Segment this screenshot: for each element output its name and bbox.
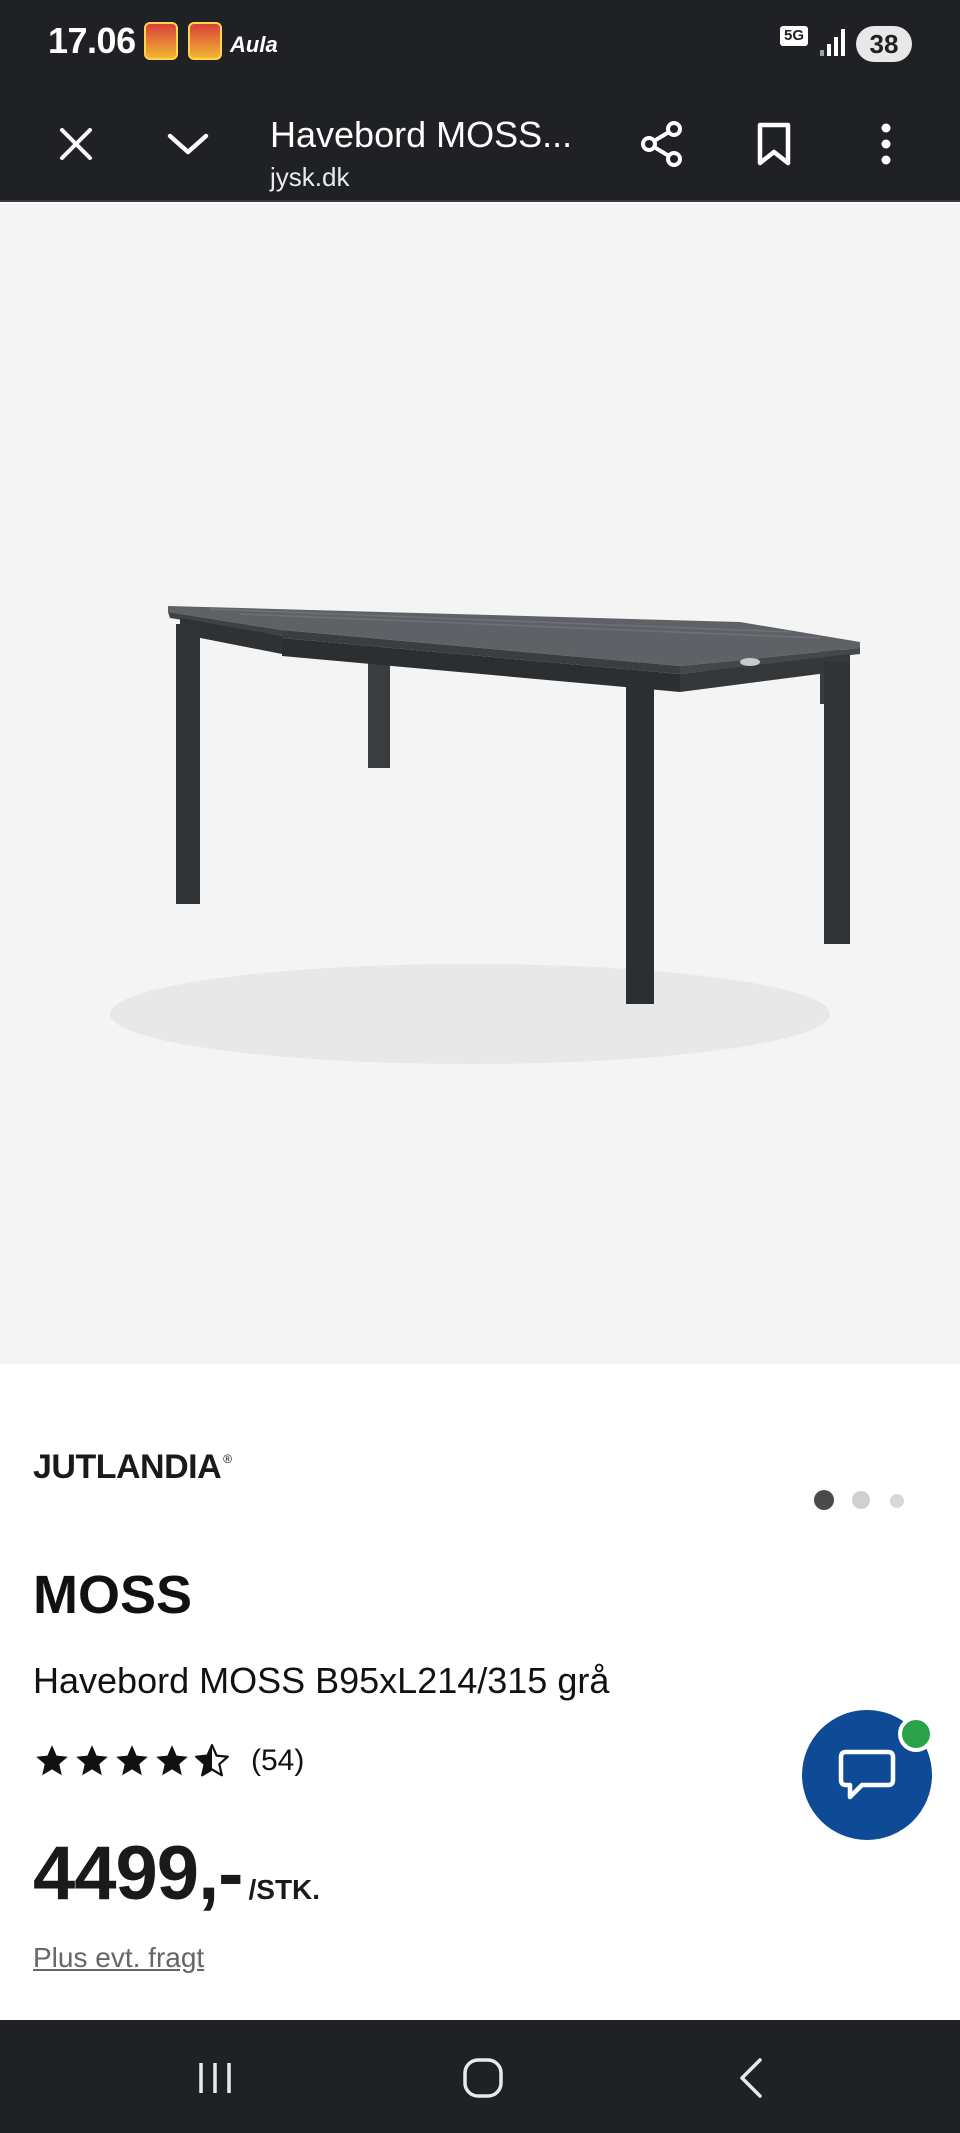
notification-app-label: Aula — [230, 32, 278, 57]
gallery-dot-active[interactable] — [814, 1490, 834, 1510]
signal-icon — [820, 29, 845, 56]
chat-bubble-icon — [838, 1749, 896, 1800]
system-navigation-bar — [0, 2020, 960, 2133]
page-title: Havebord MOSS... — [270, 114, 573, 155]
product-image-gallery[interactable] — [0, 204, 960, 1510]
shipping-info-link[interactable]: Plus evt. fragt — [33, 1942, 204, 1974]
product-image — [110, 606, 860, 1064]
star-full-icon — [156, 1745, 188, 1776]
gallery-dot[interactable] — [890, 1494, 904, 1508]
close-icon — [60, 128, 92, 160]
chevron-down-icon — [167, 133, 209, 155]
page-url: jysk.dk — [270, 162, 350, 192]
gallery-pagination — [0, 1490, 960, 1510]
price-unit: /STK. — [248, 1874, 321, 1905]
recents-button[interactable] — [180, 2048, 250, 2108]
review-count: (54) — [251, 1744, 305, 1777]
registered-mark: ® — [223, 1452, 232, 1466]
battery-indicator: 38 — [856, 26, 912, 62]
price-amount: 4499,- — [33, 1831, 243, 1916]
product-description: Havebord MOSS B95xL214/315 grå — [33, 1660, 610, 1701]
product-rating[interactable]: (54) — [33, 1742, 304, 1780]
share-button[interactable] — [634, 116, 690, 172]
bookmark-icon — [757, 122, 791, 166]
status-time: 17.06 — [48, 20, 136, 61]
brand-name: JUTLANDIA — [33, 1448, 222, 1486]
back-icon — [740, 2058, 762, 2098]
more-vert-icon — [881, 123, 891, 165]
notification-app-icon — [144, 22, 178, 60]
browser-toolbar: Havebord MOSS... jysk.dk — [0, 88, 960, 202]
close-button[interactable] — [48, 116, 104, 172]
home-button[interactable] — [448, 2048, 518, 2108]
brand-logo[interactable]: JUTLANDIA ® — [33, 1448, 232, 1487]
minimize-tab-button[interactable] — [160, 116, 216, 172]
home-icon — [463, 2058, 503, 2098]
gallery-dot[interactable] — [852, 1491, 870, 1509]
share-icon — [641, 121, 682, 167]
back-button[interactable] — [716, 2048, 786, 2108]
star-full-icon — [36, 1745, 68, 1776]
notification-app-icon — [188, 22, 222, 60]
bookmark-button[interactable] — [746, 116, 802, 172]
product-name: MOSS — [33, 1565, 193, 1625]
star-full-icon — [76, 1745, 108, 1776]
online-status-badge — [898, 1716, 934, 1752]
network-type-icon: 5G — [780, 26, 808, 46]
more-options-button[interactable] — [858, 116, 914, 172]
product-price: 4499,- /STK. — [33, 1830, 320, 1917]
status-bar: 17.06 Aula 5G 38 — [0, 0, 960, 88]
star-half-icon — [195, 1744, 229, 1777]
star-full-icon — [116, 1745, 148, 1776]
recents-icon — [199, 2063, 231, 2093]
